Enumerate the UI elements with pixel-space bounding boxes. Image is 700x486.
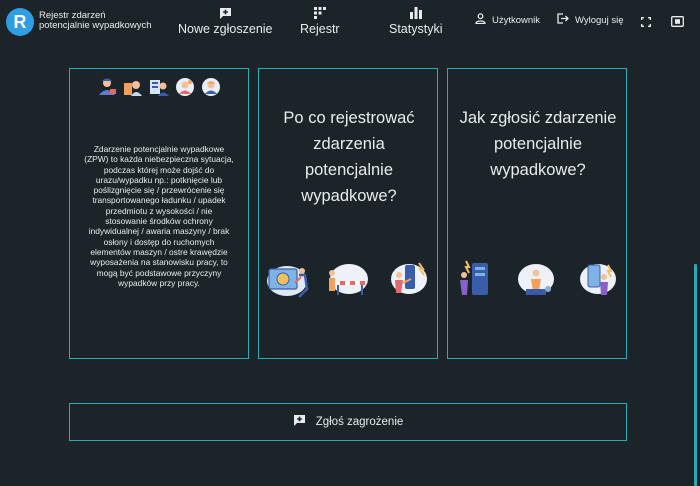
how-report-title: Jak zgłosić zdarzenie potencjalnie wypad… — [459, 109, 617, 179]
worker-avatar-icon — [200, 77, 222, 102]
logo-letter: R — [13, 11, 27, 32]
screen-toggle-button[interactable] — [671, 14, 684, 32]
worker-avatar-icon — [174, 77, 196, 102]
bar-chart-icon — [409, 6, 422, 20]
spark-tools-illustration-icon — [385, 259, 431, 304]
report-hazard-label: Zgłoś zagrożenie — [315, 416, 404, 428]
dots-grid-icon — [313, 6, 326, 20]
worker-avatar-icon — [148, 77, 170, 102]
why-illustration-row — [265, 259, 431, 304]
nav-statistics-label: Statystyki — [389, 22, 443, 36]
barrier-illustration-icon — [325, 259, 371, 304]
fullscreen-icon — [641, 14, 651, 31]
app-title: Rejestr zdarzeń potencjalnie wypadkowych — [39, 11, 169, 31]
worker-avatar-icon — [96, 77, 118, 102]
add-comment-icon — [219, 6, 232, 20]
machine-hazard-illustration-icon — [265, 259, 311, 304]
nav-new-report-label: Nowe zgłoszenie — [178, 22, 273, 36]
user-label: Użytkownik — [492, 14, 541, 26]
logout-label: Wyloguj się — [575, 14, 624, 26]
app-logo[interactable]: R — [6, 8, 34, 36]
card-definition: Zdarzenie potencjalnie wypadkowe (ZPW) t… — [69, 68, 249, 359]
logout-button[interactable]: Wyloguj się — [557, 13, 624, 27]
logout-icon — [557, 13, 569, 27]
meeting-illustration-icon — [514, 259, 560, 304]
electric-cabinet-illustration-icon — [454, 259, 500, 304]
why-register-title: Po co rejestrować zdarzenia potencjalnie… — [283, 109, 415, 205]
equipment-repair-illustration-icon — [574, 259, 620, 304]
person-icon — [475, 13, 486, 27]
report-hazard-button[interactable]: Zgłoś zagrożenie — [69, 403, 627, 441]
nav-register-label: Rejestr — [300, 22, 340, 36]
top-bar: R Rejestr zdarzeń potencjalnie wypadkowy… — [0, 0, 700, 44]
nav-statistics[interactable]: Statystyki — [389, 6, 443, 36]
app-title-line2: potencjalnie wypadkowych — [39, 20, 152, 31]
zpw-definition-text: Zdarzenie potencjalnie wypadkowe (ZPW) t… — [84, 144, 234, 288]
people-illustration-row — [96, 77, 222, 102]
add-comment-icon — [293, 414, 306, 430]
card-why-register[interactable]: Po co rejestrować zdarzenia potencjalnie… — [258, 68, 438, 359]
nav-register[interactable]: Rejestr — [300, 6, 340, 36]
screen-exit-icon — [671, 14, 684, 31]
card-how-report[interactable]: Jak zgłosić zdarzenie potencjalnie wypad… — [447, 68, 627, 359]
nav-new-report[interactable]: Nowe zgłoszenie — [178, 6, 273, 36]
vertical-scrollbar[interactable] — [694, 264, 697, 486]
how-illustration-row — [454, 259, 620, 304]
fullscreen-button[interactable] — [641, 14, 651, 32]
user-menu[interactable]: Użytkownik — [475, 13, 540, 27]
worker-avatar-icon — [122, 77, 144, 102]
